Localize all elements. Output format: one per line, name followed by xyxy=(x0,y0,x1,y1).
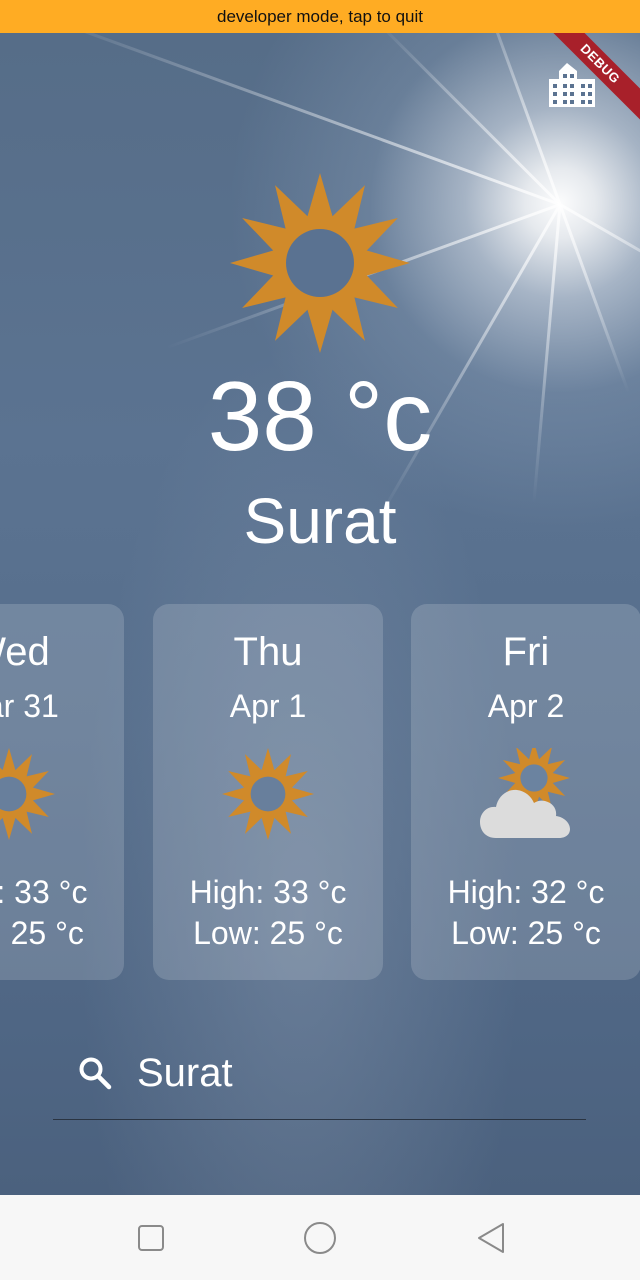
partly-cloudy-icon xyxy=(480,748,571,838)
forecast-high: High: 32 °c xyxy=(447,874,605,910)
square-icon xyxy=(138,1225,164,1251)
back-button[interactable] xyxy=(466,1213,516,1263)
city-select-button[interactable] xyxy=(542,55,602,113)
current-temperature: 38 °c xyxy=(207,361,433,471)
triangle-back-icon xyxy=(478,1223,504,1253)
forecast-high: High: 33 °c xyxy=(0,874,88,910)
forecast-date: Mar 31 xyxy=(0,688,59,724)
home-button[interactable] xyxy=(295,1213,345,1263)
city-name: Surat xyxy=(243,485,397,557)
sun-icon xyxy=(222,748,314,840)
weather-screen: DEBUG 38 °c Surat Wed Mar 31 xyxy=(0,33,640,1195)
forecast-card[interactable]: Fri Apr 2 High: 32 °c Low: 25 °c xyxy=(411,604,640,980)
search-input[interactable] xyxy=(137,1045,567,1101)
forecast-day: Fri xyxy=(502,630,550,674)
forecast-day: Thu xyxy=(233,630,303,674)
forecast-date: Apr 2 xyxy=(487,688,565,724)
forecast-low: Low: 25 °c xyxy=(193,915,343,951)
developer-mode-text: developer mode, tap to quit xyxy=(216,7,424,26)
forecast-card[interactable]: Thu Apr 1 High: 33 °c Low: 25 °c xyxy=(153,604,383,980)
location-city-icon xyxy=(549,63,595,107)
current-weather-icon xyxy=(230,173,410,353)
forecast-low: Low: 25 °c xyxy=(451,915,601,951)
system-navigation-bar xyxy=(0,1195,640,1280)
forecast-low: Low: 25 °c xyxy=(0,915,84,951)
circle-icon xyxy=(304,1222,336,1254)
developer-mode-banner[interactable]: developer mode, tap to quit xyxy=(0,0,640,33)
sun-icon xyxy=(0,748,55,840)
forecast-day: Wed xyxy=(0,630,50,674)
city-search-field[interactable] xyxy=(53,1033,586,1120)
search-icon xyxy=(79,1057,112,1090)
forecast-card[interactable]: Wed Mar 31 High: 33 °c Low: 25 °c xyxy=(0,604,124,980)
sun-icon xyxy=(230,173,410,353)
sun-ray xyxy=(559,203,640,296)
forecast-high: High: 33 °c xyxy=(189,874,347,910)
recents-button[interactable] xyxy=(126,1213,176,1263)
forecast-date: Apr 1 xyxy=(229,688,307,724)
